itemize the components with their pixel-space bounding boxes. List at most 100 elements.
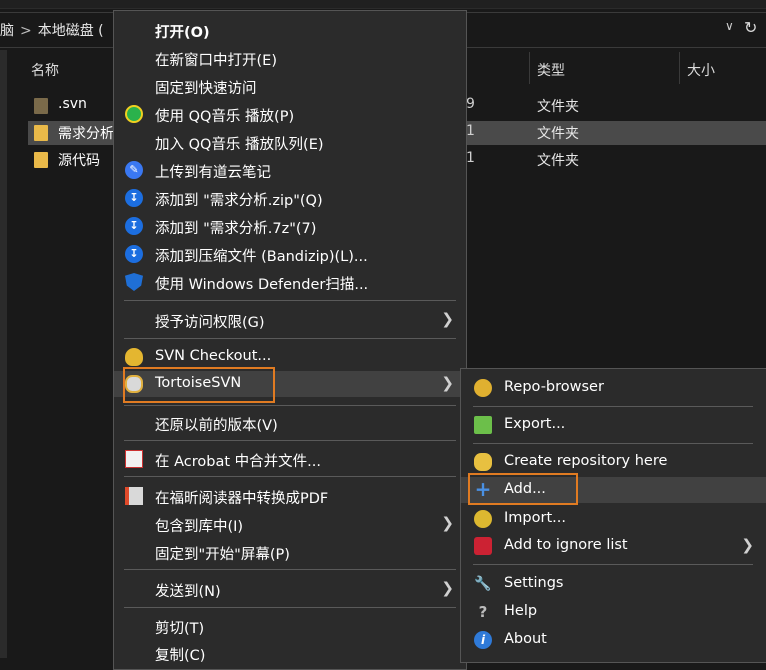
menu-separator (124, 476, 456, 477)
toolbar-strip (0, 0, 766, 9)
chevron-right-icon: ❯ (441, 310, 454, 328)
menu-item-label: 固定到"开始"屏幕(P) (155, 547, 290, 563)
menu-item-add-archive[interactable]: ↧ 添加到压缩文件 (Bandizip)(L)... (114, 241, 466, 267)
menu-separator (124, 338, 456, 339)
submenu-item-repo-browser[interactable]: Repo-browser (461, 375, 766, 401)
import-icon (474, 510, 492, 528)
menu-item-label: 添加到 "需求分析.zip"(Q) (155, 193, 323, 209)
menu-item-label: 上传到有道云笔记 (155, 165, 271, 181)
submenu-item-import[interactable]: Import... (461, 506, 766, 532)
repo-browser-icon (474, 379, 492, 397)
submenu-item-create-repository[interactable]: Create repository here (461, 449, 766, 475)
submenu-item-export[interactable]: Export... (461, 412, 766, 438)
folder-icon (34, 152, 48, 168)
menu-item-label: 在新窗口中打开(E) (155, 53, 277, 69)
tortoisesvn-submenu: Repo-browser Export... Create repository… (460, 368, 766, 663)
file-date: 9 (466, 96, 475, 112)
help-icon: ? (478, 603, 488, 621)
folder-icon (34, 125, 48, 141)
menu-item-pin-start[interactable]: 固定到"开始"屏幕(P) (114, 539, 466, 565)
ignore-icon (474, 537, 492, 555)
file-type: 文件夹 (537, 153, 579, 169)
breadcrumb: 脑 > 本地磁盘 ( (0, 20, 104, 40)
menu-item-foxit-convert[interactable]: 在福昕阅读器中转换成PDF (114, 483, 466, 509)
menu-item-label: Settings (504, 575, 564, 591)
menu-item-label: 打开(O) (155, 25, 210, 41)
menu-item-label: Create repository here (504, 453, 668, 469)
file-name: .svn (58, 96, 87, 112)
highlight-outline (468, 473, 578, 505)
menu-separator (124, 405, 456, 406)
submenu-item-help[interactable]: ? Help (461, 599, 766, 625)
menu-item-label: 添加到 "需求分析.7z"(7) (155, 221, 317, 237)
menu-item-open[interactable]: 打开(O) (114, 17, 466, 43)
menu-item-pin-quick-access[interactable]: 固定到快速访问 (114, 73, 466, 99)
column-divider[interactable] (529, 52, 530, 84)
menu-item-label: About (504, 631, 547, 647)
menu-item-acrobat-combine[interactable]: 在 Acrobat 中合并文件... (114, 446, 466, 472)
menu-item-label: 复制(C) (155, 648, 206, 664)
menu-item-qq-queue[interactable]: 加入 QQ音乐 播放队列(E) (114, 129, 466, 155)
menu-item-restore-versions[interactable]: 还原以前的版本(V) (114, 410, 466, 436)
menu-item-label: 加入 QQ音乐 播放队列(E) (155, 137, 324, 153)
file-date: 1 (466, 150, 475, 166)
menu-separator (124, 607, 456, 608)
menu-separator (124, 440, 456, 441)
column-header-size[interactable]: 大小 (687, 60, 715, 80)
bandizip-icon: ↧ (125, 189, 143, 207)
menu-item-include-library[interactable]: 包含到库中(I) ❯ (114, 511, 466, 537)
breadcrumb-item-disk[interactable]: 本地磁盘 ( (38, 23, 104, 39)
menu-item-youdao-upload[interactable]: ✎ 上传到有道云笔记 (114, 157, 466, 183)
menu-item-add-7z[interactable]: ↧ 添加到 "需求分析.7z"(7) (114, 213, 466, 239)
qq-music-icon (125, 105, 143, 123)
menu-item-label: 还原以前的版本(V) (155, 418, 278, 434)
menu-separator (124, 569, 456, 570)
column-header-type[interactable]: 类型 (537, 60, 565, 80)
menu-item-grant-access[interactable]: 授予访问权限(G) ❯ (114, 307, 466, 333)
menu-item-label: SVN Checkout... (155, 348, 272, 364)
chevron-right-icon: ❯ (741, 536, 754, 554)
folder-icon (34, 98, 48, 114)
menu-item-open-new-window[interactable]: 在新窗口中打开(E) (114, 45, 466, 71)
info-icon: i (474, 631, 492, 649)
submenu-item-ignore-list[interactable]: Add to ignore list ❯ (461, 533, 766, 559)
breadcrumb-separator-icon: > (20, 23, 32, 39)
nav-pane-scrollbar[interactable] (0, 50, 7, 658)
menu-item-label: Help (504, 603, 538, 619)
file-type: 文件夹 (537, 126, 579, 142)
submenu-item-settings[interactable]: 🔧 Settings (461, 571, 766, 597)
export-icon (474, 416, 492, 434)
shield-icon (125, 273, 143, 291)
menu-item-cut[interactable]: 剪切(T) (114, 613, 466, 639)
menu-item-defender-scan[interactable]: 使用 Windows Defender扫描... (114, 269, 466, 295)
menu-item-label: 包含到库中(I) (155, 519, 244, 535)
file-name: 需求分析 (58, 126, 114, 142)
menu-item-label: Repo-browser (504, 379, 604, 395)
file-date: 1 (466, 123, 475, 139)
svn-checkout-icon (125, 348, 143, 366)
menu-item-copy[interactable]: 复制(C) (114, 640, 466, 666)
chevron-down-icon[interactable]: ∨ (725, 19, 734, 33)
menu-item-label: 在福昕阅读器中转换成PDF (155, 491, 329, 507)
foxit-icon (125, 487, 143, 505)
column-divider[interactable] (679, 52, 680, 84)
breadcrumb-item-computer[interactable]: 脑 (0, 23, 14, 39)
chevron-right-icon: ❯ (441, 579, 454, 597)
menu-item-qq-play[interactable]: 使用 QQ音乐 播放(P) (114, 101, 466, 127)
menu-separator (473, 564, 753, 565)
submenu-item-about[interactable]: i About (461, 627, 766, 653)
menu-separator (473, 443, 753, 444)
wrench-icon: 🔧 (474, 576, 492, 592)
menu-item-label: 在 Acrobat 中合并文件... (155, 454, 321, 470)
menu-item-label: Export... (504, 416, 566, 432)
menu-item-add-zip[interactable]: ↧ 添加到 "需求分析.zip"(Q) (114, 185, 466, 211)
menu-separator (124, 300, 456, 301)
menu-item-label: 剪切(T) (155, 621, 205, 637)
menu-item-label: 授予访问权限(G) (155, 315, 265, 331)
menu-item-label: 添加到压缩文件 (Bandizip)(L)... (155, 249, 368, 265)
context-menu: 打开(O) 在新窗口中打开(E) 固定到快速访问 使用 QQ音乐 播放(P) 加… (113, 10, 467, 670)
column-header-name[interactable]: 名称 (31, 60, 59, 80)
menu-item-send-to[interactable]: 发送到(N) ❯ (114, 576, 466, 602)
menu-separator (473, 406, 753, 407)
refresh-icon[interactable]: ↻ (744, 18, 757, 37)
